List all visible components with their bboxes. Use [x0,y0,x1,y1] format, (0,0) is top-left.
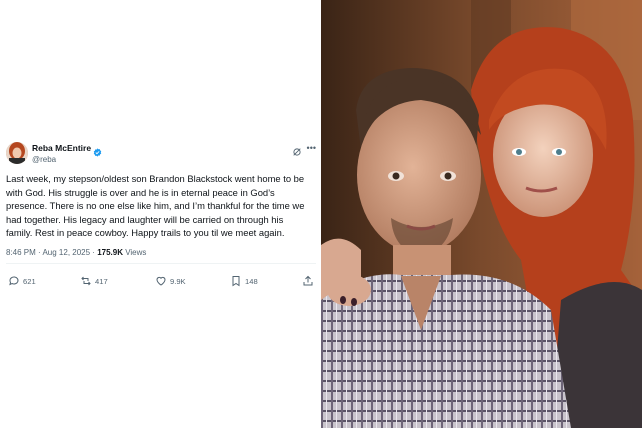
bookmark-count: 148 [245,276,258,286]
divider [6,263,316,264]
author-handle[interactable]: @reba [32,154,102,165]
author-display-name[interactable]: Reba McEntire [32,143,91,154]
action-bar: 621 417 9.9K 148 [6,274,316,288]
author-names: Reba McEntire @reba [32,143,102,165]
tweet-header: Reba McEntire @reba ••• [6,142,316,166]
more-icon[interactable]: ••• [307,142,316,154]
tweet-time[interactable]: 8:46 PM [6,248,36,257]
like-count: 9.9K [170,276,186,286]
like-button[interactable]: 9.9K [155,274,186,288]
tweet-card: Reba McEntire @reba ••• Last week, my st… [0,0,321,428]
grok-icon[interactable] [292,144,302,156]
repost-count: 417 [95,276,108,286]
photo-image [321,0,642,428]
tweet-text: Last week, my stepson/oldest son Brandon… [6,173,305,239]
repost-button[interactable]: 417 [80,274,108,288]
tweet-photo[interactable] [321,0,642,428]
reply-button[interactable]: 621 [8,274,36,288]
like-icon [156,276,166,286]
reply-count: 621 [23,276,36,286]
tweet-meta: 8:46 PM · Aug 12, 2025 · 175.9K Views [6,247,146,258]
share-icon [303,275,313,286]
tweet-date[interactable]: Aug 12, 2025 [42,248,90,257]
views-label: Views [122,248,147,257]
share-button[interactable] [302,274,314,288]
bookmark-button[interactable]: 148 [230,274,258,288]
avatar[interactable] [6,142,28,164]
views-count: 175.9K [97,248,123,257]
reply-icon [9,276,19,286]
repost-icon [81,276,91,286]
verified-badge-icon [93,144,102,157]
bookmark-icon [232,276,240,287]
